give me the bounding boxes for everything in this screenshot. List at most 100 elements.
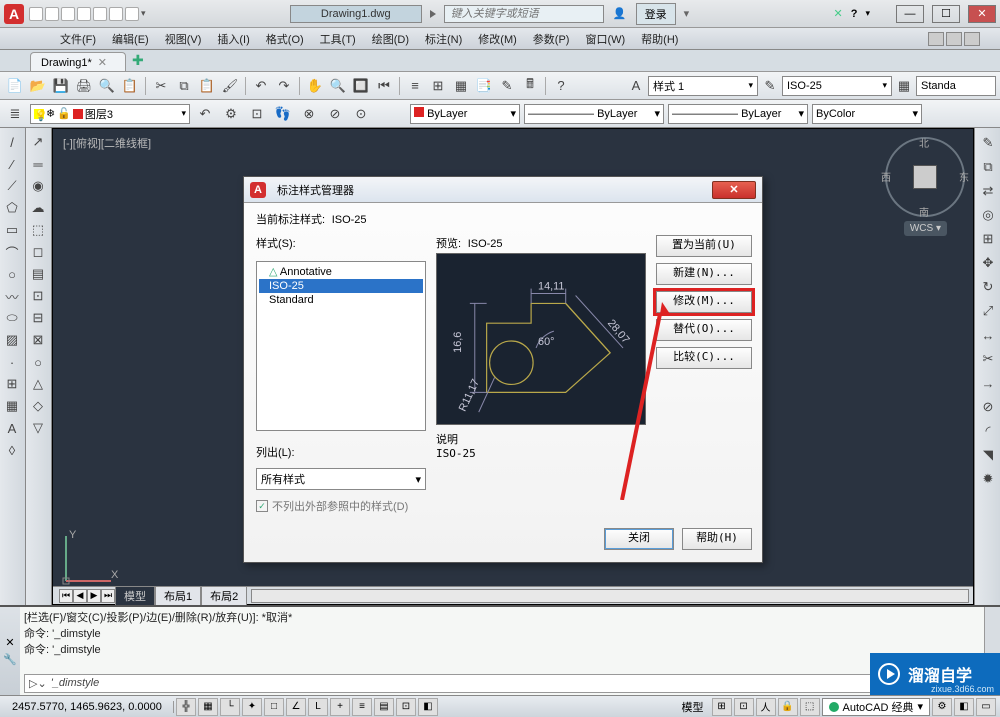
redo-icon[interactable]: ↷ — [273, 75, 295, 97]
extend-icon[interactable]: → — [977, 372, 999, 394]
cut-icon[interactable]: ✂ — [150, 75, 172, 97]
erase-icon[interactable]: ✎ — [977, 132, 999, 154]
close-icon[interactable]: ✕ — [5, 636, 14, 649]
menu-insert[interactable]: 插入(I) — [217, 31, 249, 47]
print-icon[interactable]: 🖨 — [73, 75, 95, 97]
gradient-icon[interactable]: ▤ — [28, 264, 48, 284]
qat-print-icon[interactable] — [93, 7, 107, 21]
otrack-button[interactable]: ∠ — [286, 698, 306, 716]
move-icon[interactable]: ✥ — [977, 252, 999, 274]
set-current-button[interactable]: 置为当前(U) — [656, 235, 752, 257]
style-option-annotative[interactable]: Annotative — [259, 264, 423, 279]
sb-d-icon[interactable]: 🔒 — [778, 698, 798, 716]
dyn-button[interactable]: + — [330, 698, 350, 716]
preview-icon[interactable]: 🔍 — [96, 75, 118, 97]
window-maximize-button[interactable]: ☐ — [932, 5, 960, 23]
sheet-icon[interactable]: 📑 — [473, 75, 495, 97]
view-label[interactable]: [-][俯视][二维线框] — [63, 135, 151, 151]
workspace-combo[interactable]: AutoCAD 经典▾ — [822, 698, 930, 716]
sb-c-icon[interactable]: 人 — [756, 698, 776, 716]
plotstyle-combo[interactable]: ByColor▾ — [812, 104, 922, 124]
pline-icon[interactable]: ⟋ — [2, 176, 22, 196]
tab-model[interactable]: 模型 — [115, 586, 155, 606]
calc-icon[interactable]: 🖩 — [519, 75, 541, 97]
zoom-icon[interactable]: 🔍 — [327, 75, 349, 97]
menu-file[interactable]: 文件(F) — [60, 31, 96, 47]
donut-icon[interactable]: ◉ — [28, 176, 48, 196]
sb-b-icon[interactable]: ⊡ — [734, 698, 754, 716]
menu-help[interactable]: 帮助(H) — [641, 31, 678, 47]
new-tab-button[interactable]: ✚ — [126, 50, 150, 71]
color-combo[interactable]: ByLayer▾ — [410, 104, 520, 124]
qat-saveas-icon[interactable] — [77, 7, 91, 21]
tpy-button[interactable]: ▤ — [374, 698, 394, 716]
line-icon[interactable]: / — [2, 132, 22, 152]
new-button[interactable]: 新建(N)... — [656, 263, 752, 285]
tab-next-button[interactable]: ▶ — [87, 589, 101, 603]
textstyle-icon[interactable]: A — [625, 75, 647, 97]
layer-y-icon[interactable]: ⊘ — [324, 103, 346, 125]
sb-h-icon[interactable]: ▭ — [976, 698, 996, 716]
layer-combo[interactable]: 💡 ❄ 🔓 图层3 ▾ — [30, 104, 190, 124]
help2-icon[interactable]: ? — [550, 75, 572, 97]
open-icon[interactable]: 📂 — [27, 75, 49, 97]
pan-icon[interactable]: ✋ — [304, 75, 326, 97]
trim-icon[interactable]: ✂ — [977, 348, 999, 370]
model-button[interactable]: 模型 — [676, 699, 710, 715]
layer-walk-icon[interactable]: 👣 — [272, 103, 294, 125]
table-icon[interactable]: ▦ — [2, 396, 22, 416]
properties-icon[interactable]: ≡ — [404, 75, 426, 97]
menu-modify[interactable]: 修改(M) — [478, 31, 517, 47]
t7-icon[interactable]: ◇ — [28, 396, 48, 416]
coordinates[interactable]: 2457.5770, 1465.9623, 0.0000 — [4, 701, 174, 713]
style-option-iso25[interactable]: ISO-25 — [259, 279, 423, 293]
circle-icon[interactable]: ○ — [2, 264, 22, 284]
help-icon[interactable]: ? — [851, 8, 858, 20]
sb-g-icon[interactable]: ◧ — [954, 698, 974, 716]
qp-button[interactable]: ⊡ — [396, 698, 416, 716]
break-icon[interactable]: ⊘ — [977, 396, 999, 418]
copy2-icon[interactable]: ⧉ — [977, 156, 999, 178]
search-icon[interactable]: 👤 — [612, 7, 628, 20]
ellipse-icon[interactable]: ⬭ — [2, 308, 22, 328]
dimstyle-combo[interactable]: 样式 1▾ — [648, 76, 758, 96]
compare-button[interactable]: 比较(C)... — [656, 347, 752, 369]
app-logo[interactable]: A — [4, 4, 24, 24]
sb-a-icon[interactable]: ⊞ — [712, 698, 732, 716]
linetype-combo[interactable]: —————— ByLayer▾ — [524, 104, 664, 124]
rotate-icon[interactable]: ↻ — [977, 276, 999, 298]
explode-icon[interactable]: ✹ — [977, 468, 999, 490]
checkbox-icon[interactable]: ✓ — [256, 500, 268, 512]
stretch-icon[interactable]: ↔ — [977, 324, 999, 346]
ducs-button[interactable]: L — [308, 698, 328, 716]
undo-icon[interactable]: ↶ — [250, 75, 272, 97]
t4-icon[interactable]: ⊠ — [28, 330, 48, 350]
match-icon[interactable]: 🖌 — [219, 75, 241, 97]
wrench-icon[interactable]: 🔧 — [3, 653, 17, 666]
override-button[interactable]: 替代(O)... — [656, 319, 752, 341]
tab-first-button[interactable]: ⏮ — [59, 589, 73, 603]
region-icon[interactable]: ◊ — [2, 440, 22, 460]
xref-checkbox-row[interactable]: ✓ 不列出外部参照中的样式(D) — [256, 498, 646, 514]
menu-window[interactable]: 窗口(W) — [585, 31, 625, 47]
osnap-button[interactable]: □ — [264, 698, 284, 716]
polygon-icon[interactable]: ⬠ — [2, 198, 22, 218]
lineweight-combo[interactable]: —————— ByLayer▾ — [668, 104, 808, 124]
array-icon[interactable]: ⊞ — [977, 228, 999, 250]
layer-z-icon[interactable]: ⊙ — [350, 103, 372, 125]
tablestyle-combo[interactable]: Standa — [916, 76, 996, 96]
search-input[interactable] — [444, 5, 604, 23]
markup-icon[interactable]: ✎ — [496, 75, 518, 97]
qat-open-icon[interactable] — [45, 7, 59, 21]
wipeout-icon[interactable]: ◻ — [28, 242, 48, 262]
layer-x-icon[interactable]: ⊗ — [298, 103, 320, 125]
t2-icon[interactable]: ⊡ — [28, 286, 48, 306]
fillet-icon[interactable]: ◜ — [977, 420, 999, 442]
table-style-icon[interactable]: ▦ — [893, 75, 915, 97]
boundary-icon[interactable]: ⬚ — [28, 220, 48, 240]
t3-icon[interactable]: ⊟ — [28, 308, 48, 328]
qat-redo-icon[interactable] — [125, 7, 139, 21]
menu-view[interactable]: 视图(V) — [165, 31, 202, 47]
mdi-restore-button[interactable] — [946, 32, 962, 46]
lwt-button[interactable]: ≡ — [352, 698, 372, 716]
